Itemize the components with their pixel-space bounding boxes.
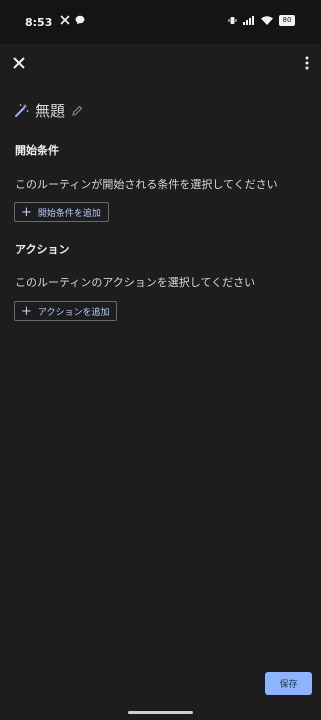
add-start-condition-label: 開始条件を追加 — [37, 208, 101, 219]
start-conditions-description: このルーティンが開始される条件を選択してください — [15, 178, 278, 191]
battery-icon: 80 — [279, 15, 295, 26]
wifi-icon — [261, 16, 273, 25]
routine-title: 無題 — [35, 102, 66, 120]
magic-wand-icon — [15, 104, 29, 117]
plus-icon: + — [21, 303, 32, 319]
close-icon[interactable] — [10, 54, 28, 72]
save-button[interactable]: 保存 — [265, 672, 312, 695]
home-indicator[interactable] — [128, 711, 193, 714]
routine-title-row[interactable]: 無題 — [14, 100, 83, 121]
app-bar — [0, 44, 321, 82]
signal-icon — [243, 16, 254, 25]
status-right-icons: 80 — [228, 15, 295, 26]
plus-icon: + — [21, 204, 32, 220]
actions-description: このルーティンのアクションを選択してください — [15, 276, 256, 289]
start-conditions-heading: 開始条件 — [15, 144, 59, 157]
vibrate-icon — [228, 17, 237, 24]
add-action-button[interactable]: + アクションを追加 — [14, 301, 118, 321]
actions-heading: アクション — [15, 243, 70, 256]
add-action-label: アクションを追加 — [37, 307, 110, 318]
pencil-icon[interactable] — [71, 105, 83, 117]
more-vertical-icon[interactable] — [303, 54, 311, 72]
x-logo-icon — [60, 15, 70, 25]
status-left-icons — [60, 15, 85, 25]
status-bar: 8:53 80 — [0, 0, 321, 44]
chat-bubble-icon — [75, 15, 85, 25]
add-start-condition-button[interactable]: + 開始条件を追加 — [14, 202, 109, 222]
status-time: 8:53 — [25, 16, 53, 29]
